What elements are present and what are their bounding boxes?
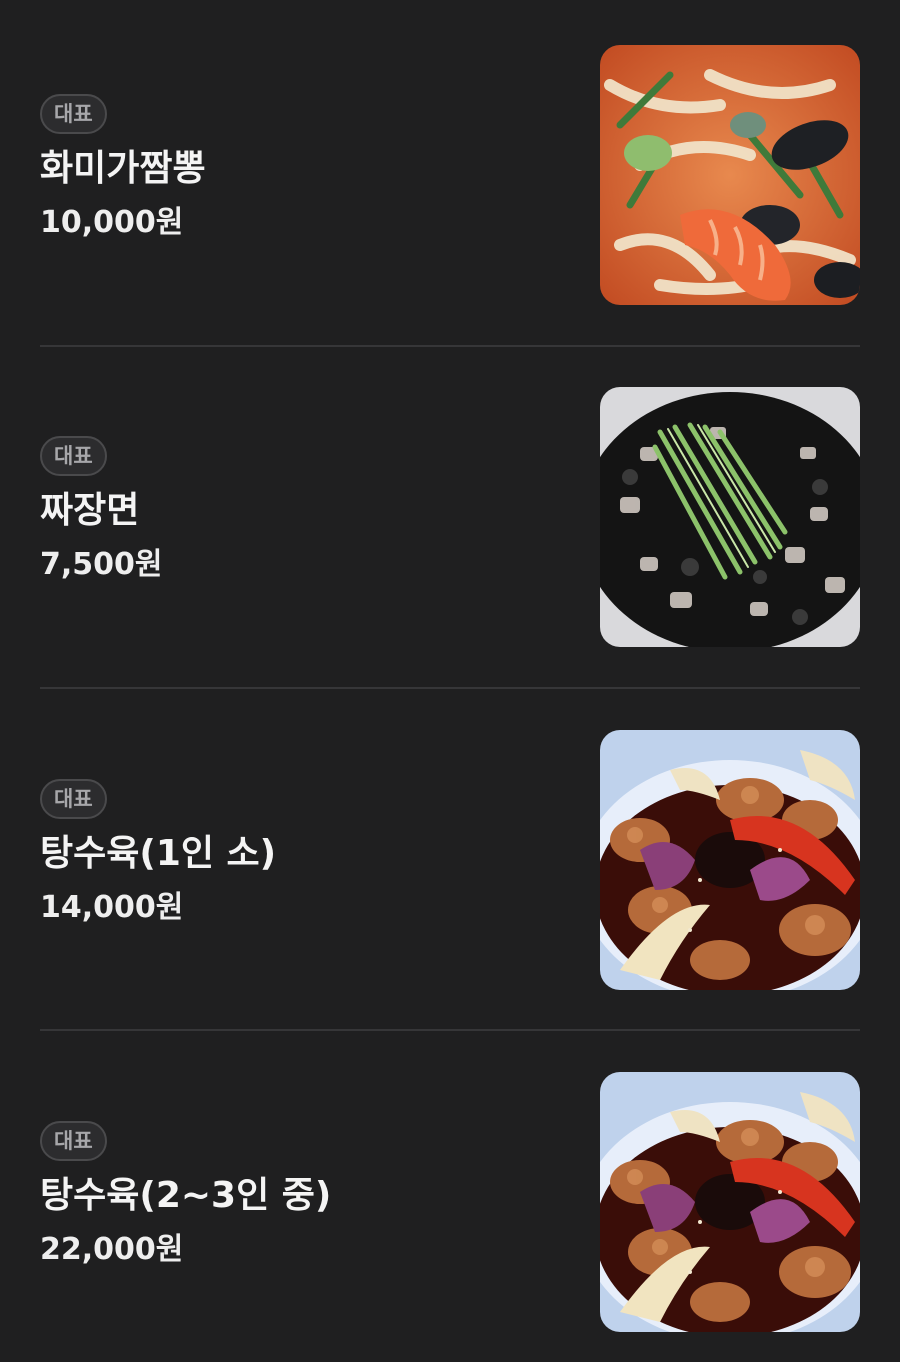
menu-item-jajangmyeon[interactable]: 대표 짜장면 7,500원	[40, 387, 860, 647]
menu-item-jjamppong[interactable]: 대표 화미가짬뽕 10,000원	[40, 45, 860, 305]
divider	[40, 345, 860, 347]
menu-item-info: 대표 짜장면 7,500원	[40, 436, 560, 585]
menu-item-name: 탕수육(1인 소)	[40, 833, 277, 874]
menu-item-name: 짜장면	[40, 490, 140, 531]
menu-item-info: 대표 탕수육(2~3인 중) 22,000원	[40, 1121, 560, 1270]
menu-item-price: 7,500원	[40, 547, 163, 582]
divider	[40, 687, 860, 689]
menu-item-price: 14,000원	[40, 890, 184, 925]
signature-badge: 대표	[40, 436, 107, 476]
menu-item-info: 대표 탕수육(1인 소) 14,000원	[40, 779, 560, 928]
menu-item-name: 화미가짬뽕	[40, 148, 206, 189]
jajangmyeon-photo[interactable]	[600, 387, 860, 647]
signature-badge: 대표	[40, 94, 107, 134]
divider	[40, 1029, 860, 1031]
tangsuyuk-photo[interactable]	[600, 1072, 860, 1332]
menu-item-name: 탕수육(2~3인 중)	[40, 1175, 332, 1216]
menu-item-info: 대표 화미가짬뽕 10,000원	[40, 94, 560, 243]
tangsuyuk-photo[interactable]	[600, 730, 860, 990]
menu-item-price: 10,000원	[40, 205, 184, 240]
menu-item-tangsuyuk-small[interactable]: 대표 탕수육(1인 소) 14,000원	[40, 730, 860, 990]
signature-badge: 대표	[40, 1121, 107, 1161]
signature-badge: 대표	[40, 779, 107, 819]
jjamppong-photo[interactable]	[600, 45, 860, 305]
menu-item-price: 22,000원	[40, 1232, 184, 1267]
menu-item-tangsuyuk-medium[interactable]: 대표 탕수육(2~3인 중) 22,000원	[40, 1072, 860, 1332]
menu-list: 대표 화미가짬뽕 10,000원 대표 짜장면 7,500원 대표 탕수육(1인…	[0, 0, 900, 1362]
